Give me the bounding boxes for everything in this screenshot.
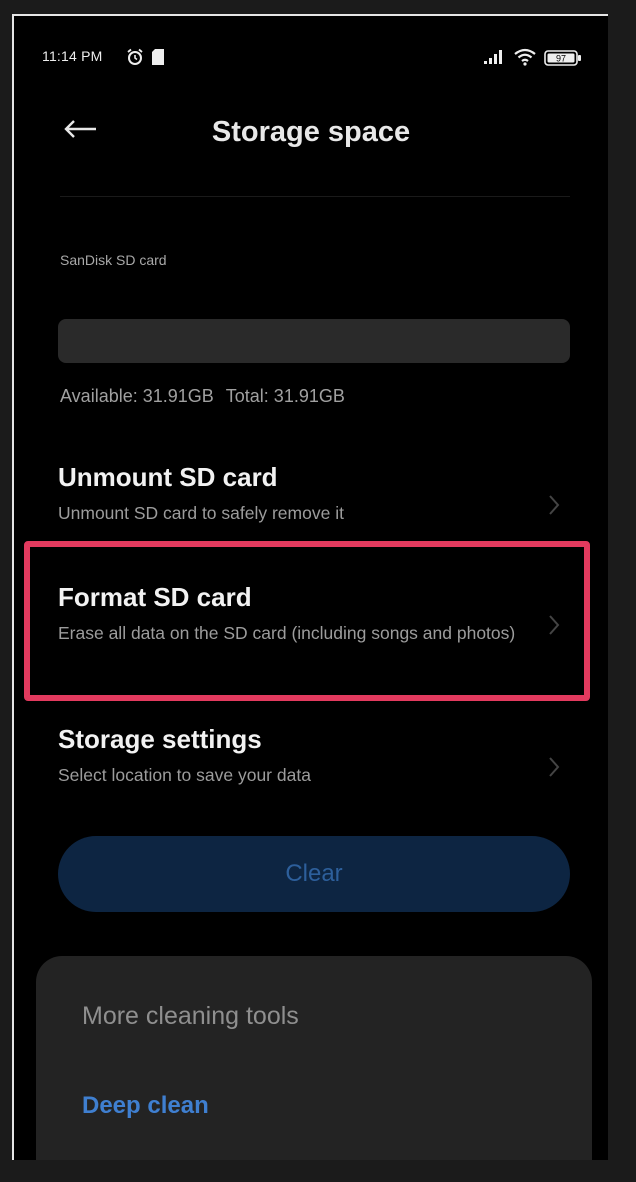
available-storage: Available: 31.91GB [60,386,214,406]
more-cleaning-tools-card: More cleaning tools Deep clean [36,956,592,1160]
menu-item-title: Format SD card [58,582,252,612]
phone-screen: 11:14 PM 97 Storage space SanDisk SD car… [12,14,608,1160]
signal-strength-icon [484,50,504,67]
total-storage: Total: 31.91GB [225,386,345,406]
alarm-clock-icon [126,48,144,69]
tools-card-title: More cleaning tools [82,1002,299,1030]
sd-card-status-icon [152,49,164,68]
deep-clean-link[interactable]: Deep clean [82,1092,209,1120]
wifi-icon [514,48,536,69]
storage-info: Available: 31.91GB Total: 31.91GB [60,386,345,407]
chevron-right-icon [549,495,560,515]
chevron-right-icon [549,615,560,635]
header: Storage space [14,106,608,156]
menu-item-subtitle: Select location to save your data [58,765,311,785]
status-bar: 11:14 PM 97 [42,46,582,70]
chevron-right-icon [549,757,560,777]
menu-item-title: Unmount SD card [58,462,278,492]
status-time: 11:14 PM [42,48,103,64]
menu-item-title: Storage settings [58,724,262,754]
format-sd-card-item[interactable]: Format SD card Erase all data on the SD … [14,576,608,686]
page-title: Storage space [211,116,411,148]
storage-settings-item[interactable]: Storage settings Select location to save… [14,718,608,798]
menu-item-subtitle: Erase all data on the SD card (including… [58,623,516,643]
unmount-sd-card-item[interactable]: Unmount SD card Unmount SD card to safel… [14,456,608,536]
menu-item-subtitle: Unmount SD card to safely remove it [58,503,344,523]
battery-icon: 97 [544,50,582,69]
storage-usage-bar [58,319,570,363]
clear-button[interactable]: Clear [58,836,570,912]
battery-level: 97 [556,54,566,64]
sd-card-name: SanDisk SD card [60,252,167,268]
divider [60,196,570,197]
